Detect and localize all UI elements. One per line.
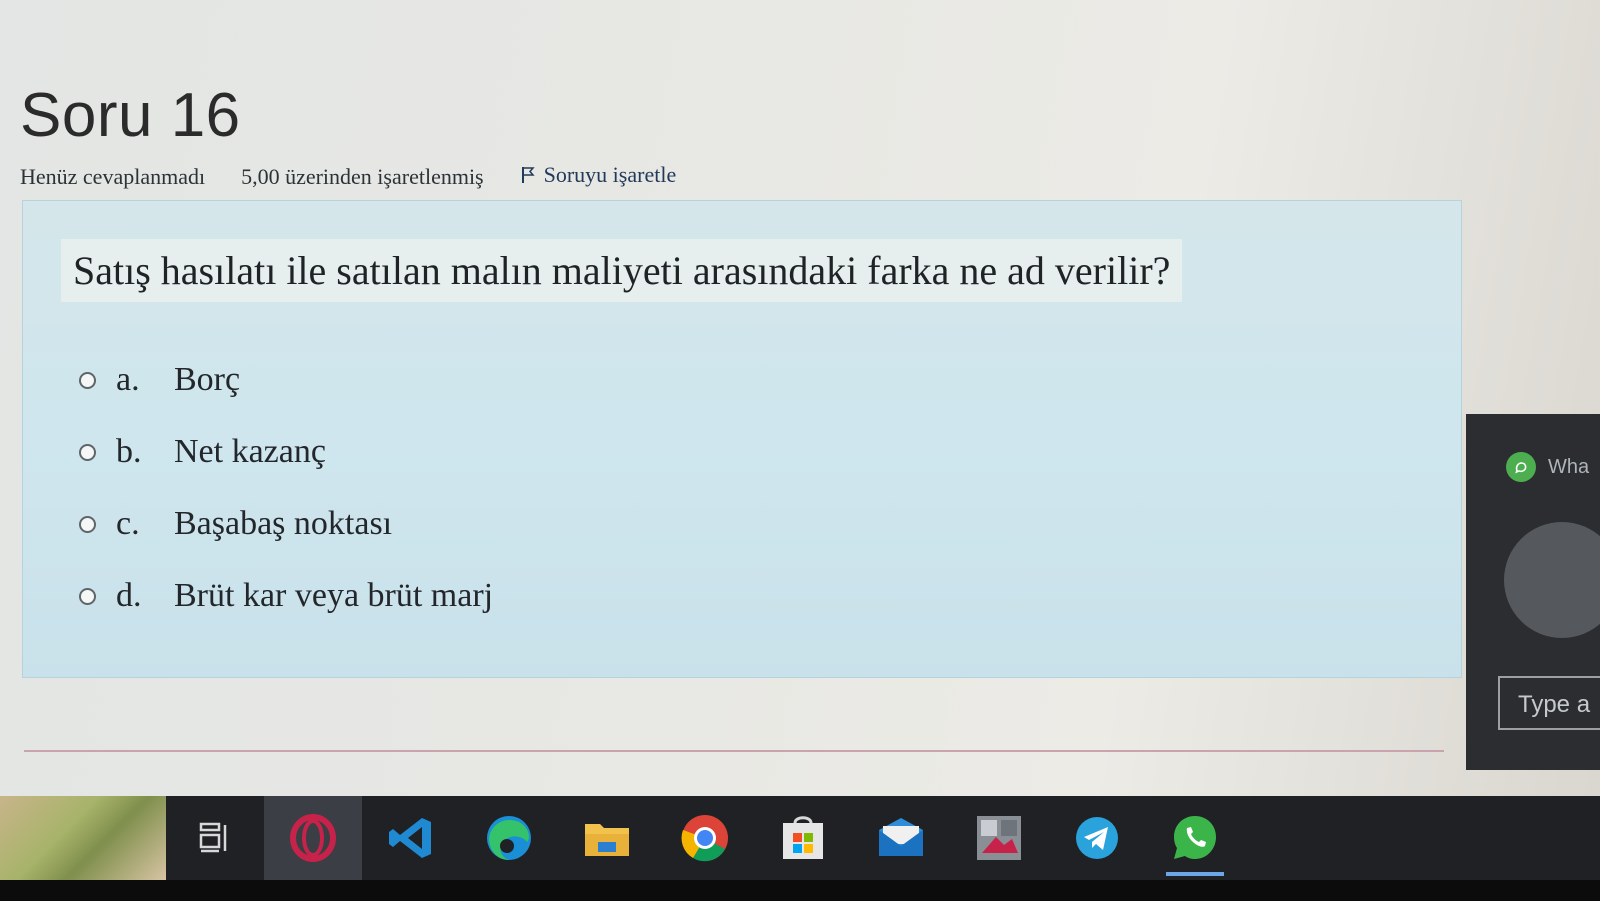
chat-panel-header[interactable]: Wha — [1506, 452, 1589, 482]
edge-icon — [487, 816, 531, 860]
radio-button[interactable] — [79, 587, 96, 605]
answer-letter: c. — [116, 505, 140, 542]
taskbar — [0, 796, 1600, 880]
flag-icon — [521, 167, 535, 183]
file-explorer-icon — [585, 824, 629, 856]
page-title: Soru 16 — [20, 81, 241, 150]
photo-app-icon — [977, 816, 1021, 860]
mail-button[interactable] — [852, 796, 950, 880]
whatsapp-icon — [1174, 816, 1216, 859]
question-text: Satış hasılatı ile satılan malın maliyet… — [61, 239, 1183, 302]
answer-label: Net kazanç — [174, 433, 326, 470]
question-state: Henüz cevaplanmadı — [20, 164, 206, 189]
edge-button[interactable] — [460, 796, 558, 880]
opera-button[interactable] — [264, 796, 362, 880]
desktop-preview[interactable] — [0, 796, 166, 880]
answer-option-b[interactable]: b. Net kazanç — [79, 433, 326, 471]
mail-icon — [879, 818, 923, 856]
flag-question-link[interactable]: Soruyu işaretle — [520, 162, 677, 188]
whatsapp-icon — [1506, 452, 1536, 482]
telegram-icon — [1076, 817, 1118, 859]
answer-label: Brüt kar veya brüt marj — [174, 577, 494, 614]
answer-option-d[interactable]: d. Brüt kar veya brüt marj — [79, 577, 493, 615]
chrome-icon — [681, 815, 728, 862]
vscode-button[interactable] — [362, 796, 460, 880]
chrome-button[interactable] — [656, 796, 754, 880]
flag-question-label: Soruyu işaretle — [543, 162, 677, 187]
opera-icon — [290, 814, 336, 862]
chat-app-label: Wha — [1548, 455, 1590, 478]
radio-button[interactable] — [79, 515, 96, 533]
question-card: Satış hasılatı ile satılan malın maliyet… — [22, 200, 1462, 678]
whatsapp-button[interactable] — [1146, 796, 1244, 880]
screen-bezel — [0, 880, 1600, 901]
task-view-button[interactable] — [166, 796, 264, 880]
question-grade: 5,00 üzerinden işaretlenmiş — [241, 164, 484, 189]
answer-option-c[interactable]: c. Başabaş noktası — [79, 505, 392, 543]
message-input[interactable]: Type a — [1498, 676, 1600, 730]
answer-letter: d. — [116, 577, 142, 614]
radio-button[interactable] — [79, 443, 96, 461]
task-view-icon — [199, 822, 227, 853]
answer-label: Borç — [174, 361, 241, 398]
file-explorer-button[interactable] — [558, 796, 656, 880]
vscode-icon — [389, 818, 431, 858]
answer-label: Başabaş noktası — [174, 505, 393, 542]
section-divider — [24, 750, 1444, 752]
whatsapp-chat-panel[interactable]: Wha Type a — [1466, 414, 1600, 770]
contact-avatar[interactable] — [1504, 522, 1600, 638]
photo-app-button[interactable] — [950, 796, 1048, 880]
radio-button[interactable] — [79, 371, 96, 389]
answer-letter: a. — [116, 361, 140, 398]
answer-option-a[interactable]: a. Borç — [79, 361, 240, 399]
store-button[interactable] — [754, 796, 852, 880]
telegram-button[interactable] — [1048, 796, 1146, 880]
question-info: Henüz cevaplanmadı 5,00 üzerinden işaret… — [20, 162, 676, 190]
answer-letter: b. — [116, 433, 142, 470]
store-icon — [783, 816, 823, 859]
